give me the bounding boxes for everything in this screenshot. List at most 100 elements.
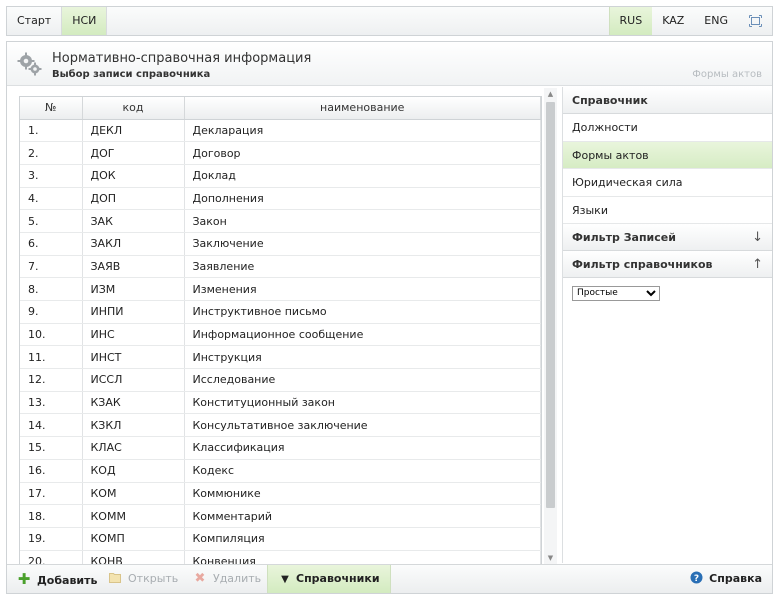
- row-name: Исследование: [184, 368, 541, 392]
- table-row[interactable]: 8. ИЗМ Изменения: [20, 277, 541, 301]
- row-code: ДОП: [82, 187, 185, 211]
- panel-header: Нормативно-справочная информация Выбор з…: [7, 42, 772, 86]
- row-name: Заявление: [184, 255, 541, 279]
- main-nav: Старт НСИ: [7, 7, 108, 35]
- row-name: Кодекс: [184, 459, 541, 483]
- table-row[interactable]: 11. ИНСТ Инструкция: [20, 345, 541, 370]
- row-number: 15.: [20, 436, 83, 460]
- add-button[interactable]: ✚ Добавить: [17, 565, 98, 593]
- column-header-number[interactable]: №: [20, 97, 83, 120]
- row-name: Коммюнике: [184, 482, 541, 506]
- directories-button-label: Справочники: [296, 572, 380, 585]
- expand-icon[interactable]: [738, 7, 772, 35]
- folder-icon: [108, 565, 122, 593]
- row-name: Заключение: [184, 232, 541, 256]
- directory-filter-header[interactable]: Фильтр справочников ↑: [563, 251, 772, 278]
- table-header-row: № код наименование: [20, 97, 541, 120]
- row-number: 19.: [20, 527, 83, 551]
- directory-type-select[interactable]: Простые: [572, 285, 660, 301]
- scroll-thumb[interactable]: [546, 102, 555, 508]
- row-name: Договор: [184, 141, 541, 165]
- row-code: ИССЛ: [82, 368, 185, 392]
- sidebar-item-legal-force[interactable]: Юридическая сила: [563, 169, 772, 197]
- row-code: ИНС: [82, 323, 185, 347]
- table-row[interactable]: 17. КОМ Коммюнике: [20, 482, 541, 506]
- lang-eng[interactable]: ENG: [694, 7, 738, 35]
- table-row[interactable]: 3. ДОК Доклад: [20, 164, 541, 188]
- row-number: 5.: [20, 209, 83, 233]
- row-code: ИЗМ: [82, 277, 185, 301]
- sidebar-item-act-forms[interactable]: Формы актов: [563, 141, 772, 169]
- arrow-up-icon[interactable]: ↑: [752, 251, 763, 278]
- row-code: КЛАС: [82, 436, 185, 460]
- add-button-label: Добавить: [37, 574, 98, 587]
- row-number: 17.: [20, 482, 83, 506]
- row-code: ЗАК: [82, 209, 185, 233]
- delete-button-label: Удалить: [213, 572, 262, 585]
- arrow-down-icon[interactable]: ↓: [752, 224, 763, 251]
- table-row[interactable]: 4. ДОП Дополнения: [20, 187, 541, 211]
- table-row[interactable]: 14. КЗКЛ Консультативное заключение: [20, 413, 541, 438]
- sidebar-item-languages[interactable]: Языки: [563, 197, 772, 224]
- record-filter-header[interactable]: Фильтр Записей ↓: [563, 224, 772, 251]
- table-row[interactable]: 10. ИНС Информационное сообщение: [20, 323, 541, 347]
- row-code: КОММ: [82, 504, 185, 528]
- row-number: 3.: [20, 164, 83, 188]
- delete-button[interactable]: ✖ Удалить: [193, 565, 262, 593]
- row-code: ИНПИ: [82, 300, 185, 324]
- row-number: 16.: [20, 459, 83, 483]
- delete-x-icon: ✖: [194, 571, 206, 586]
- sidebar-header-directory: Справочник: [563, 87, 772, 114]
- table-row[interactable]: 7. ЗАЯВ Заявление: [20, 255, 541, 279]
- nav-item-start[interactable]: Старт: [7, 7, 63, 35]
- row-code: КОД: [82, 459, 185, 483]
- row-code: ДЕКЛ: [82, 119, 185, 143]
- row-code: КОМ: [82, 482, 185, 506]
- row-name: Конституционный закон: [184, 391, 541, 415]
- table-row[interactable]: 5. ЗАК Закон: [20, 209, 541, 233]
- table-row[interactable]: 6. ЗАКЛ Заключение: [20, 232, 541, 256]
- svg-text:?: ?: [694, 574, 699, 584]
- column-header-name[interactable]: наименование: [184, 97, 541, 120]
- table-scrollbar[interactable]: ▲ ▼: [544, 88, 557, 564]
- directories-button[interactable]: ▼ Справочники: [267, 565, 391, 593]
- row-code: КЗАК: [82, 391, 185, 415]
- filter-select-row: Простые: [563, 278, 772, 308]
- table-row[interactable]: 9. ИНПИ Инструктивное письмо: [20, 300, 541, 324]
- table-row[interactable]: 19. КОМП Компиляция: [20, 527, 541, 551]
- row-number: 11.: [20, 345, 83, 370]
- row-name: Доклад: [184, 164, 541, 188]
- row-code: ЗАКЛ: [82, 232, 185, 256]
- row-name: Компиляция: [184, 527, 541, 551]
- table-row[interactable]: 15. КЛАС Классификация: [20, 436, 541, 460]
- page-title: Нормативно-справочная информация: [52, 51, 312, 66]
- table-row[interactable]: 16. КОД Кодекс: [20, 459, 541, 483]
- row-number: 10.: [20, 323, 83, 347]
- lang-rus[interactable]: RUS: [608, 7, 653, 35]
- row-code: ИНСТ: [82, 345, 185, 370]
- table-row[interactable]: 2. ДОГ Договор: [20, 141, 541, 165]
- help-button[interactable]: ? Справка: [689, 565, 762, 593]
- scroll-down-arrow-icon[interactable]: ▼: [544, 552, 557, 564]
- nav-item-nsi[interactable]: НСИ: [62, 7, 108, 35]
- lang-kaz[interactable]: KAZ: [652, 7, 694, 35]
- sidebar-item-positions[interactable]: Должности: [563, 114, 772, 142]
- language-switcher: RUS KAZ ENG: [608, 7, 772, 35]
- open-button[interactable]: Открыть: [108, 565, 178, 593]
- row-name: Инструктивное письмо: [184, 300, 541, 324]
- row-name: Декларация: [184, 119, 541, 143]
- help-icon: ?: [689, 565, 703, 593]
- row-name: Закон: [184, 209, 541, 233]
- table-row[interactable]: 1. ДЕКЛ Декларация: [20, 119, 541, 143]
- row-name: Изменения: [184, 277, 541, 301]
- row-name: Комментарий: [184, 504, 541, 528]
- table-row[interactable]: 13. КЗАК Конституционный закон: [20, 391, 541, 415]
- page-subtitle: Выбор записи справочника: [52, 69, 211, 80]
- column-header-code[interactable]: код: [82, 97, 185, 120]
- scroll-up-arrow-icon[interactable]: ▲: [544, 88, 557, 100]
- row-name: Классификация: [184, 436, 541, 460]
- table-row[interactable]: 18. КОММ Комментарий: [20, 504, 541, 528]
- directory-filter-label: Фильтр справочников: [572, 258, 713, 271]
- gears-icon: [17, 51, 43, 77]
- table-row[interactable]: 12. ИССЛ Исследование: [20, 368, 541, 392]
